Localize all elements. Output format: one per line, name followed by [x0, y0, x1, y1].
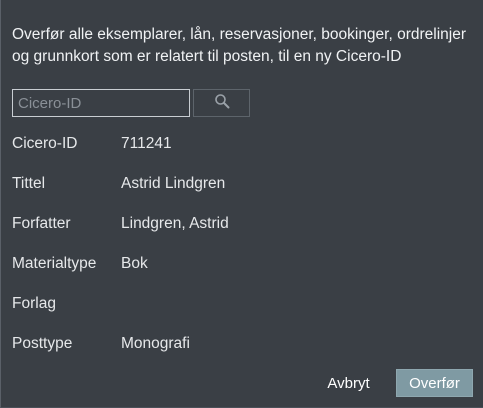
field-row-cicero-id: Cicero-ID 711241: [12, 133, 472, 173]
field-value: Lindgren, Astrid: [121, 215, 229, 232]
dialog-description: Overfør alle eksemplarer, lån, reservasj…: [12, 26, 467, 65]
cicero-id-input[interactable]: [12, 89, 190, 117]
field-row-post-type: Posttype Monografi: [12, 333, 472, 373]
transfer-button[interactable]: Overfør: [396, 369, 473, 397]
field-row-publisher: Forlag: [12, 293, 472, 333]
record-fields: Cicero-ID 711241 Tittel Astrid Lindgren …: [12, 133, 472, 373]
field-row-title: Tittel Astrid Lindgren: [12, 173, 472, 213]
field-label: Forfatter: [12, 215, 71, 232]
field-value: Astrid Lindgren: [121, 175, 226, 192]
field-row-material-type: Materialtype Bok: [12, 253, 472, 293]
field-value: Monografi: [121, 335, 190, 352]
search-row: [12, 89, 250, 117]
field-label: Forlag: [12, 295, 56, 312]
field-value: Bok: [121, 255, 148, 272]
cancel-button[interactable]: Avbryt: [316, 369, 381, 397]
search-button[interactable]: [193, 89, 250, 117]
field-label: Materialtype: [12, 255, 97, 272]
field-label: Posttype: [12, 335, 73, 352]
field-label: Tittel: [12, 175, 46, 192]
transfer-dialog: Overfør alle eksemplarer, lån, reservasj…: [0, 0, 483, 408]
field-row-author: Forfatter Lindgren, Astrid: [12, 213, 472, 253]
search-icon: [214, 93, 230, 114]
field-label: Cicero-ID: [12, 135, 78, 152]
field-value: 711241: [121, 135, 172, 152]
